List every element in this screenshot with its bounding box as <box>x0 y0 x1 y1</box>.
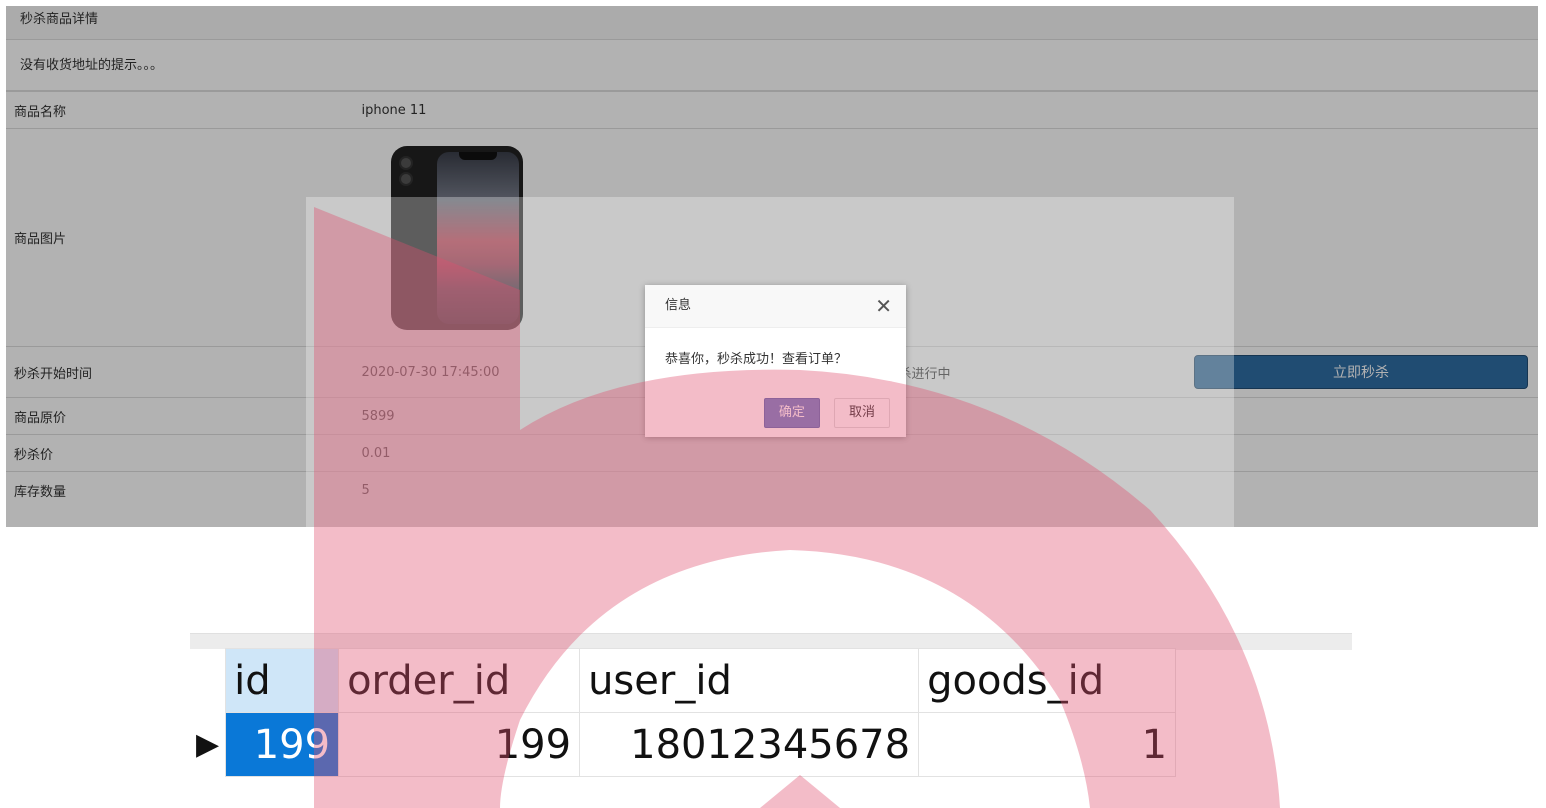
cell-user-id[interactable]: 18012345678 <box>579 712 920 777</box>
result-grid: id order_id user_id goods_id ▶ 199 199 1… <box>190 648 1177 777</box>
info-dialog: 信息 ✕ 恭喜你，秒杀成功！查看订单？ 确定 取消 <box>645 285 906 437</box>
cell-id[interactable]: 199 <box>225 712 340 777</box>
column-header-user-id[interactable]: user_id <box>579 648 920 713</box>
cell-goods-id[interactable]: 1 <box>918 712 1177 777</box>
column-header-id[interactable]: id <box>225 648 340 713</box>
cancel-button[interactable]: 取消 <box>833 398 890 428</box>
cell-order-id[interactable]: 199 <box>338 712 581 777</box>
confirm-button[interactable]: 确定 <box>763 398 820 428</box>
close-icon[interactable]: ✕ <box>875 285 892 327</box>
row-pointer-icon: ▶ <box>190 712 226 777</box>
column-header-order-id[interactable]: order_id <box>338 648 581 713</box>
column-header-goods-id[interactable]: goods_id <box>918 648 1177 713</box>
dialog-title: 信息 <box>665 298 692 313</box>
grid-header-row: id order_id user_id goods_id <box>190 648 1177 713</box>
dialog-message: 恭喜你，秒杀成功！查看订单？ <box>665 352 848 367</box>
table-row[interactable]: ▶ 199 199 18012345678 1 <box>190 712 1177 777</box>
